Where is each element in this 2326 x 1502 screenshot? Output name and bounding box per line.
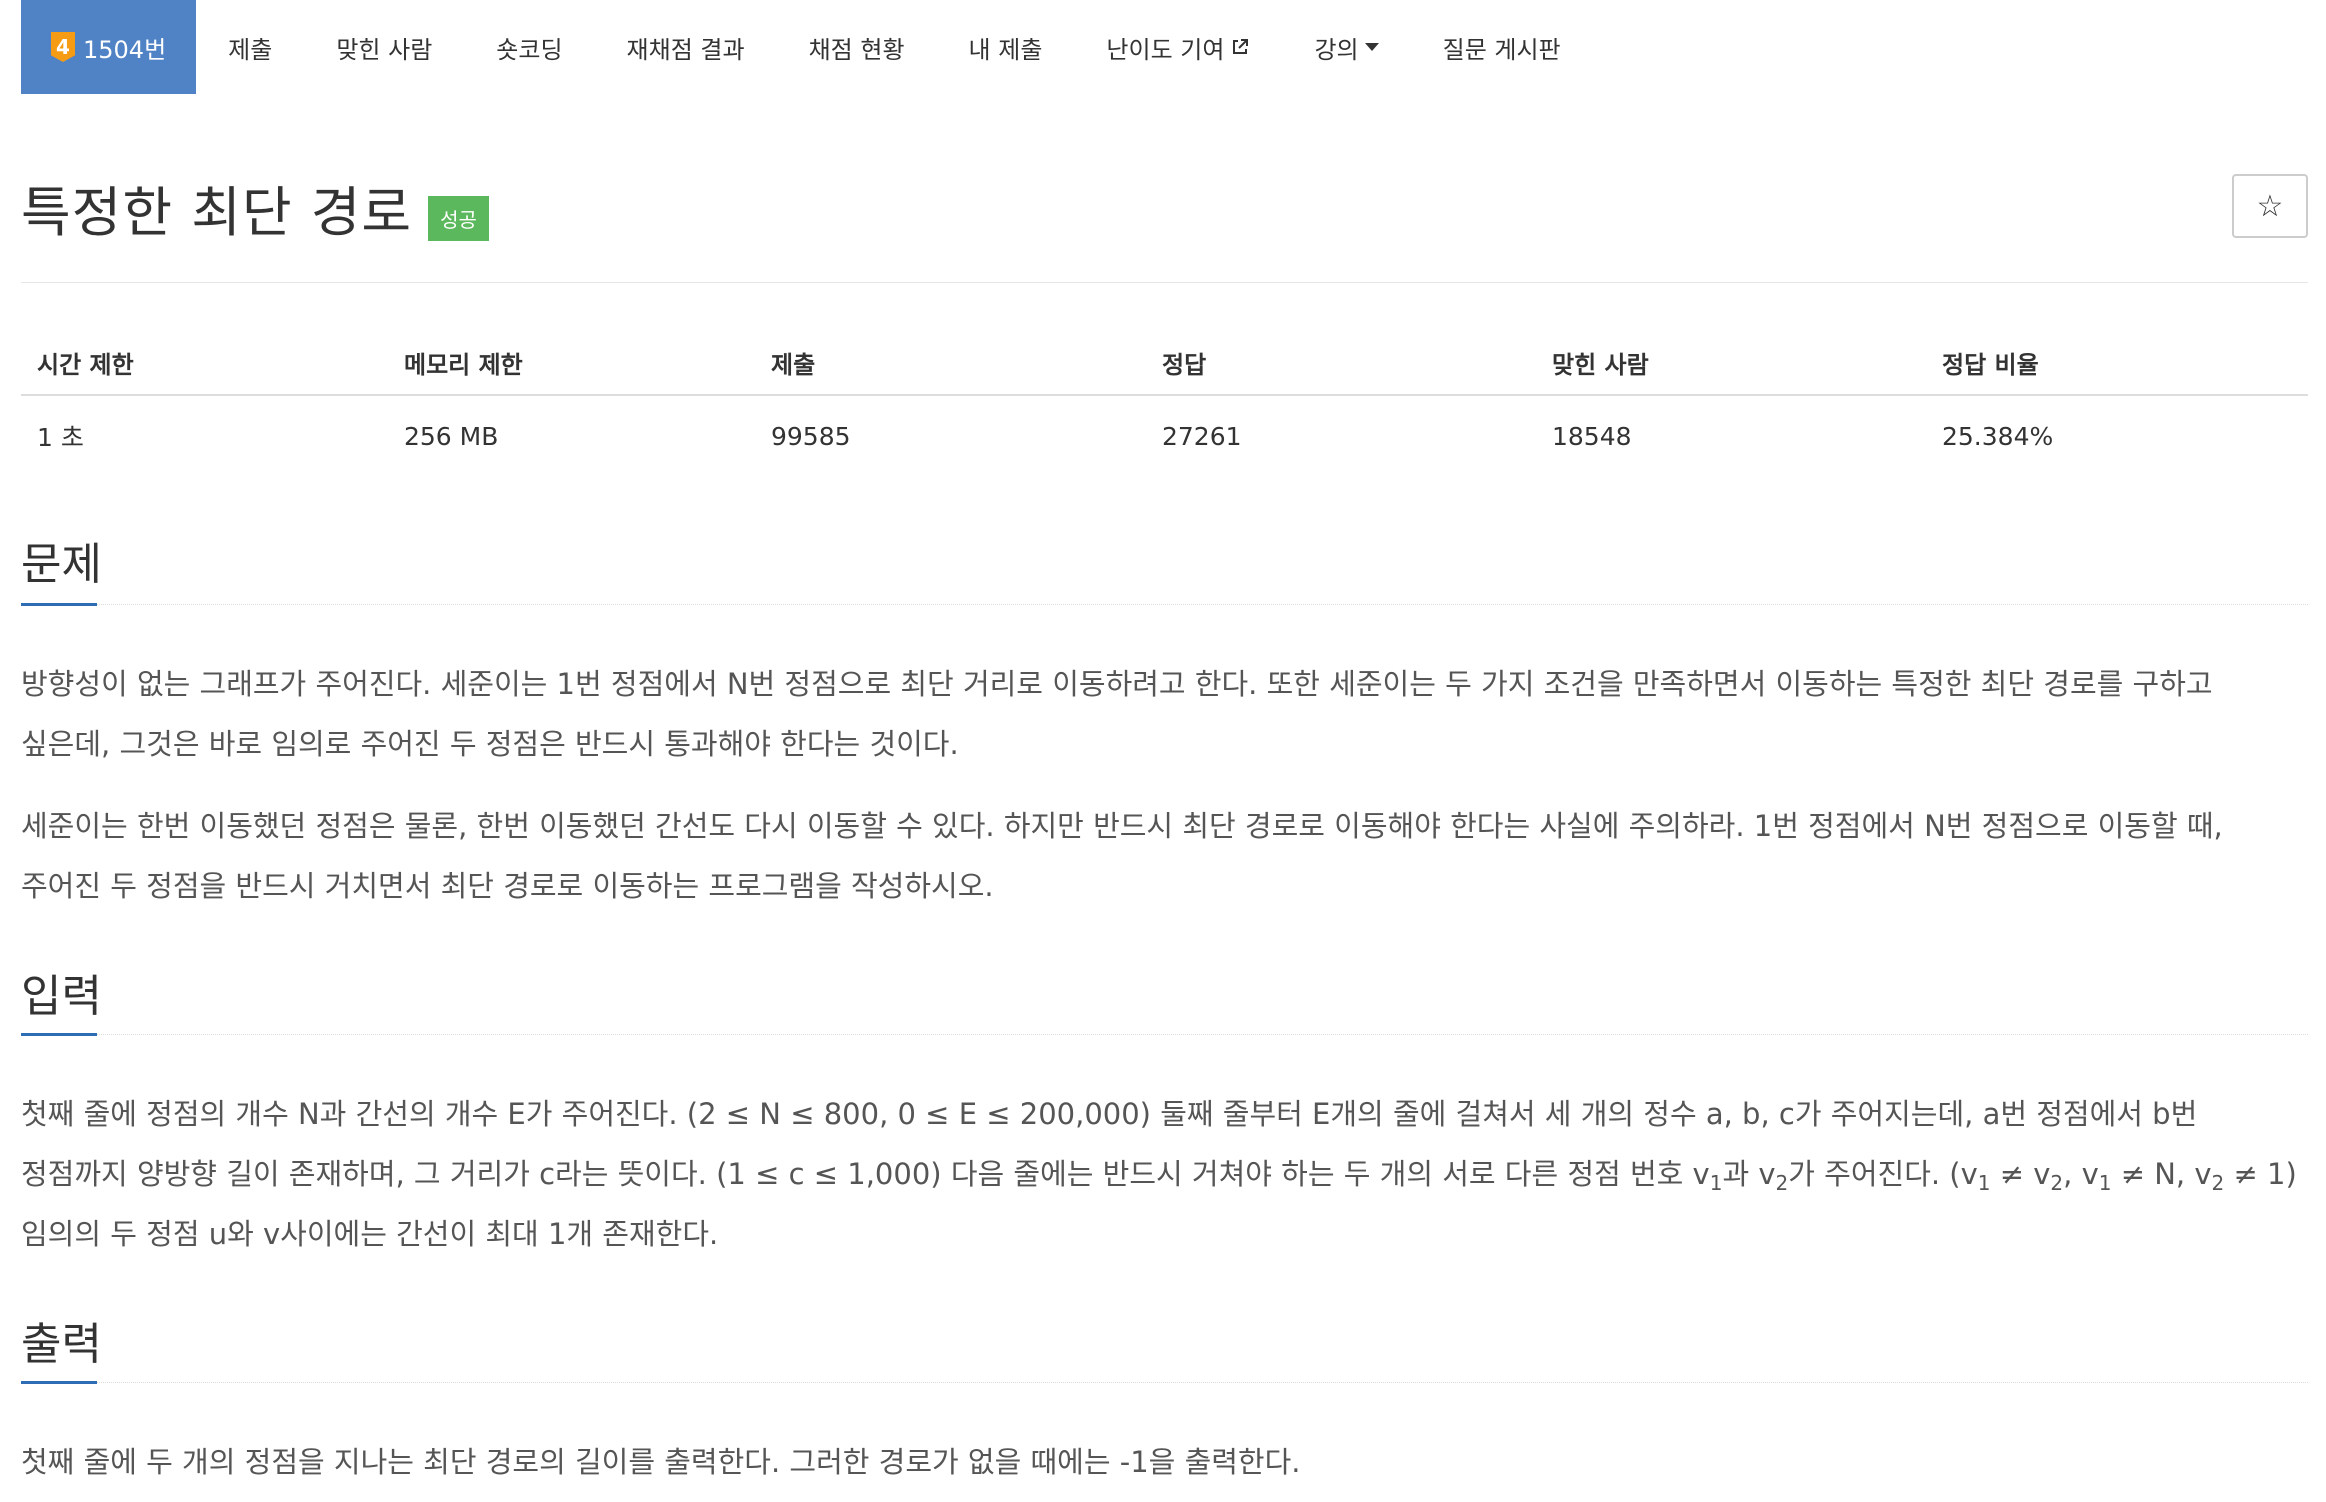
stats-header: 정답 — [1162, 350, 1207, 379]
difficulty-contribution-tab[interactable]: 난이도 기여 — [1074, 0, 1282, 94]
subscript: 1 — [2098, 1171, 2112, 1195]
output-description: 첫째 줄에 두 개의 정점을 지나는 최단 경로의 길이를 출력한다. 그러한 … — [21, 1445, 1301, 1479]
stats-header: 메모리 제한 — [404, 350, 523, 379]
favorite-star-button[interactable]: ☆ — [2232, 174, 2308, 238]
time-limit-value: 1 초 — [37, 423, 84, 452]
my-submissions-tab[interactable]: 내 제출 — [937, 0, 1075, 94]
problem-description-p2: 세준이는 한번 이동했던 정점은 물론, 한번 이동했던 간선도 다시 이동할 … — [21, 809, 2223, 903]
judge-status-tab[interactable]: 채점 현황 — [777, 0, 937, 94]
stats-table: 시간 제한 메모리 제한 제출 정답 맞힌 사람 정답 비율 1 초 256 M… — [21, 330, 2308, 476]
subscript: 1 — [1709, 1171, 1723, 1195]
star-icon: ☆ — [2256, 188, 2284, 224]
subscript: 2 — [2211, 1171, 2225, 1195]
section-divider — [21, 1382, 2308, 1383]
problem-page: 4 1504번 제출 맞힌 사람 숏코딩 재채점 결과 채점 현황 내 제출 난… — [0, 0, 2326, 1502]
section-underline — [21, 1381, 97, 1384]
input-text: 과 v — [1722, 1157, 1776, 1191]
tier-badge-icon: 4 — [51, 32, 75, 62]
lectures-dropdown[interactable]: 강의 — [1282, 0, 1410, 94]
memory-limit-value: 256 MB — [404, 421, 499, 451]
qna-board-tab[interactable]: 질문 게시판 — [1411, 0, 1593, 94]
section-divider — [21, 1034, 2308, 1035]
input-text: 가 주어진다. (v — [1788, 1157, 1978, 1191]
input-section-title: 입력 — [21, 971, 102, 1022]
input-text: ≠ N, v — [2111, 1157, 2212, 1191]
status-badge: 성공 — [428, 196, 489, 241]
page-title: 특정한 최단 경로 — [21, 181, 413, 244]
rejudge-results-tab[interactable]: 재채점 결과 — [595, 0, 777, 94]
subscript: 2 — [1775, 1171, 1789, 1195]
chevron-down-icon — [1364, 43, 1379, 51]
stats-header: 맞힌 사람 — [1552, 350, 1649, 379]
stats-value-row: 1 초 256 MB 99585 27261 18548 25.384% — [21, 396, 2308, 476]
problem-section-title: 문제 — [21, 539, 102, 590]
submissions-value: 99585 — [771, 421, 851, 451]
solved-users-tab[interactable]: 맞힌 사람 — [304, 0, 464, 94]
input-text: ≠ v — [1990, 1157, 2051, 1191]
submit-tab[interactable]: 제출 — [196, 0, 304, 94]
difficulty-contribution-label: 난이도 기여 — [1106, 35, 1225, 64]
solved-users-value: 18548 — [1552, 421, 1632, 451]
section-divider — [21, 604, 2308, 605]
input-description: 첫째 줄에 정점의 개수 N과 간선의 개수 E가 주어진다. (2 ≤ N ≤… — [21, 1084, 2311, 1264]
accepted-value: 27261 — [1162, 421, 1242, 451]
problem-menu: 4 1504번 제출 맞힌 사람 숏코딩 재채점 결과 채점 현황 내 제출 난… — [21, 0, 1593, 94]
section-underline — [21, 603, 97, 606]
short-coding-tab[interactable]: 숏코딩 — [464, 0, 594, 94]
lectures-label: 강의 — [1314, 35, 1359, 64]
problem-number-tab[interactable]: 4 1504번 — [21, 0, 197, 94]
stats-header: 시간 제한 — [37, 350, 134, 379]
stats-header-row: 시간 제한 메모리 제한 제출 정답 맞힌 사람 정답 비율 — [21, 330, 2308, 396]
accept-ratio-value: 25.384% — [1942, 421, 2054, 451]
section-underline — [21, 1033, 97, 1036]
title-divider — [21, 282, 2308, 283]
problem-description-p1: 방향성이 없는 그래프가 주어진다. 세준이는 1번 정점에서 N번 정점으로 … — [21, 667, 2213, 761]
external-link-icon — [1233, 39, 1249, 54]
stats-header: 정답 비율 — [1942, 350, 2039, 379]
problem-number-label: 1504번 — [83, 35, 167, 64]
title-row: 특정한 최단 경로 성공 — [21, 168, 489, 247]
stats-header: 제출 — [771, 350, 816, 379]
output-section-title: 출력 — [21, 1319, 102, 1370]
subscript: 2 — [2050, 1171, 2064, 1195]
input-text: , v — [2063, 1157, 2099, 1191]
subscript: 1 — [1977, 1171, 1991, 1195]
